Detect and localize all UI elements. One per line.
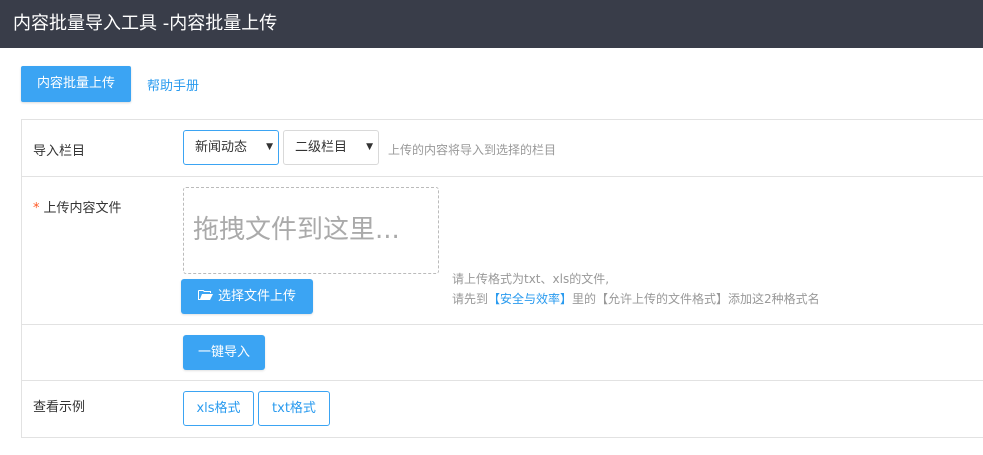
import-form: 导入栏目 新闻动态 ▼ 二级栏目 ▼ 上传的内容将导入到选择的栏目 * 上传内容文…: [21, 119, 983, 438]
file-hint-line1: 请上传格式为txt、xls的文件,: [452, 272, 610, 286]
import-row: 一键导入: [22, 325, 983, 381]
column-row: 导入栏目 新闻动态 ▼ 二级栏目 ▼ 上传的内容将导入到选择的栏目: [22, 120, 983, 177]
file-label: 上传内容文件: [43, 201, 122, 216]
primary-column-value: 新闻动态: [195, 140, 248, 155]
file-hint-line2: 请先到【安全与效率】里的【允许上传的文件格式】添加这2种格式名: [452, 289, 820, 309]
example-label: 查看示例: [33, 400, 86, 415]
file-dropzone[interactable]: 拖拽文件到这里...: [183, 187, 439, 274]
choose-file-label: 选择文件上传: [217, 289, 296, 304]
required-mark: *: [33, 201, 40, 216]
tab-help-manual[interactable]: 帮助手册: [147, 75, 199, 94]
file-format-hint: 请上传格式为txt、xls的文件, 请先到【安全与效率】里的【允许上传的文件格式…: [452, 269, 820, 309]
primary-column-select[interactable]: 新闻动态 ▼: [183, 130, 279, 165]
column-label: 导入栏目: [33, 144, 86, 159]
one-click-import-button[interactable]: 一键导入: [183, 335, 265, 370]
file-hint-suffix: 里的【允许上传的文件格式】添加这2种格式名: [572, 292, 820, 306]
tab-bar: 内容批量上传 帮助手册: [21, 66, 199, 102]
folder-open-icon: [197, 290, 213, 301]
file-label-wrap: * 上传内容文件: [33, 197, 122, 216]
caret-down-icon: ▼: [266, 142, 273, 152]
txt-example-button[interactable]: txt格式: [258, 391, 330, 426]
file-row: * 上传内容文件 拖拽文件到这里... 选择文件上传 请上传格式为txt、xls的…: [22, 177, 983, 325]
example-row: 查看示例 xls格式 txt格式: [22, 381, 983, 438]
file-hint-prefix: 请先到: [452, 292, 489, 306]
security-efficiency-link[interactable]: 【安全与效率】: [488, 292, 572, 306]
tab-batch-upload[interactable]: 内容批量上传: [21, 66, 132, 102]
secondary-column-select[interactable]: 二级栏目 ▼: [283, 130, 379, 165]
choose-file-button[interactable]: 选择文件上传: [181, 279, 313, 314]
column-hint: 上传的内容将导入到选择的栏目: [388, 143, 557, 157]
caret-down-icon: ▼: [366, 142, 373, 152]
secondary-column-value: 二级栏目: [295, 140, 348, 155]
window-title: 内容批量导入工具 -内容批量上传: [0, 0, 983, 48]
xls-example-button[interactable]: xls格式: [183, 391, 254, 426]
